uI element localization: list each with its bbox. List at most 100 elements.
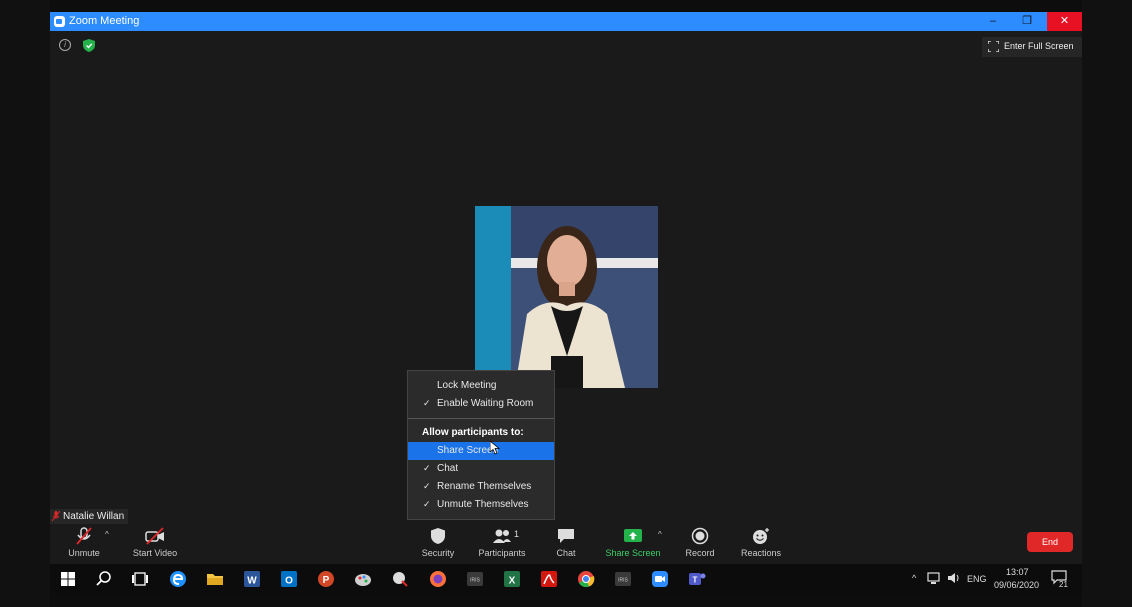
unmute-themselves-permission-item[interactable]: ✓ Unmute Themselves bbox=[408, 496, 554, 514]
check-icon: ✓ bbox=[423, 398, 431, 408]
share-screen-icon bbox=[624, 529, 642, 542]
unmute-themselves-permission-label: Unmute Themselves bbox=[437, 499, 529, 510]
reactions-button[interactable]: Reactions bbox=[736, 524, 786, 564]
left-letterbox bbox=[0, 0, 50, 607]
participant-name-tag: Natalie Willan bbox=[50, 509, 129, 524]
svg-text:O: O bbox=[285, 576, 293, 587]
security-menu: Lock Meeting ✓ Enable Waiting Room Allow… bbox=[407, 370, 555, 520]
start-video-label: Start Video bbox=[132, 548, 178, 558]
windows-taskbar: W O P IRIS X IRIS T ^ ENG 13:07 09/06/20 bbox=[50, 564, 1082, 594]
enable-waiting-room-label: Enable Waiting Room bbox=[437, 398, 534, 409]
allow-participants-heading: Allow participants to: bbox=[422, 427, 524, 438]
start-video-button[interactable]: Start Video bbox=[128, 524, 182, 564]
title-bar: Zoom Meeting – ❐ ✕ bbox=[50, 12, 1082, 31]
svg-text:IRIS: IRIS bbox=[470, 578, 480, 584]
video-off-icon bbox=[145, 527, 164, 545]
security-button[interactable]: Security bbox=[415, 524, 461, 564]
unmute-button[interactable]: Unmute bbox=[60, 524, 108, 564]
task-view-icon[interactable] bbox=[130, 569, 150, 589]
edge-icon[interactable] bbox=[168, 569, 188, 589]
share-screen-label: Share Screen bbox=[605, 548, 661, 558]
meeting-toolbar: Unmute ^ Start Video Security 1 Particip… bbox=[50, 524, 1082, 564]
share-screen-button[interactable]: Share Screen bbox=[603, 524, 663, 564]
excel-icon[interactable]: X bbox=[502, 569, 522, 589]
record-button[interactable]: Record bbox=[680, 524, 720, 564]
svg-text:T: T bbox=[693, 576, 698, 585]
network-icon[interactable] bbox=[927, 570, 943, 586]
iris-d-icon[interactable]: IRIS bbox=[613, 569, 633, 589]
clock-time[interactable]: 13:07 bbox=[1006, 567, 1029, 577]
rename-themselves-permission-item[interactable]: ✓ Rename Themselves bbox=[408, 478, 554, 496]
word-icon[interactable]: W bbox=[242, 569, 262, 589]
menu-divider bbox=[408, 418, 554, 419]
clock-date[interactable]: 09/06/2020 bbox=[994, 580, 1039, 590]
chat-permission-label: Chat bbox=[437, 463, 459, 474]
rename-themselves-permission-label: Rename Themselves bbox=[437, 481, 532, 492]
chat-label: Chat bbox=[556, 548, 576, 558]
enable-waiting-room-item[interactable]: ✓ Enable Waiting Room bbox=[408, 395, 554, 413]
svg-text:IRIS: IRIS bbox=[618, 578, 628, 584]
powerpoint-icon[interactable]: P bbox=[316, 569, 336, 589]
window-title: Zoom Meeting bbox=[69, 15, 140, 27]
audio-options-caret[interactable]: ^ bbox=[105, 530, 109, 539]
meeting-info-icon[interactable]: i bbox=[59, 39, 71, 51]
zoom-icon[interactable] bbox=[650, 569, 670, 589]
lock-meeting-label: Lock Meeting bbox=[437, 380, 497, 391]
iris-icon[interactable]: IRIS bbox=[465, 569, 485, 589]
share-screen-permission-label: Share Screen bbox=[437, 445, 499, 456]
participants-button[interactable]: 1 Participants bbox=[474, 524, 530, 564]
fullscreen-icon bbox=[988, 41, 999, 52]
zoom-logo-icon bbox=[54, 16, 65, 27]
share-options-caret[interactable]: ^ bbox=[658, 530, 662, 539]
mouse-cursor-icon bbox=[490, 441, 500, 455]
acrobat-icon[interactable] bbox=[539, 569, 559, 589]
muted-mic-icon bbox=[76, 527, 92, 545]
participant-video bbox=[475, 206, 658, 388]
end-meeting-button[interactable]: End bbox=[1027, 532, 1073, 552]
search-icon[interactable] bbox=[94, 569, 114, 589]
teams-icon[interactable]: T bbox=[687, 569, 707, 589]
svg-text:W: W bbox=[247, 576, 257, 587]
check-icon: ✓ bbox=[423, 463, 431, 473]
chat-bubble-icon bbox=[558, 529, 574, 543]
volume-icon[interactable] bbox=[946, 570, 962, 586]
muted-mic-icon bbox=[52, 511, 60, 522]
reactions-smiley-icon bbox=[753, 528, 769, 544]
app-icon[interactable] bbox=[390, 569, 410, 589]
participants-icon bbox=[493, 529, 511, 543]
notifications-count: 21 bbox=[1059, 580, 1068, 589]
chrome-icon[interactable] bbox=[576, 569, 596, 589]
encryption-shield-icon[interactable] bbox=[83, 39, 95, 52]
maximize-button[interactable]: ❐ bbox=[1010, 12, 1044, 31]
security-shield-icon bbox=[431, 528, 445, 544]
reactions-label: Reactions bbox=[740, 548, 782, 558]
paint-icon[interactable] bbox=[353, 569, 373, 589]
minimize-button[interactable]: – bbox=[976, 12, 1010, 31]
show-hidden-icons-caret[interactable]: ^ bbox=[912, 573, 916, 583]
close-button[interactable]: ✕ bbox=[1047, 12, 1082, 31]
language-indicator[interactable]: ENG bbox=[967, 574, 987, 584]
svg-text:X: X bbox=[509, 576, 516, 587]
fullscreen-label: Enter Full Screen bbox=[1004, 41, 1074, 51]
chat-permission-item[interactable]: ✓ Chat bbox=[408, 460, 554, 478]
windows-start-icon[interactable] bbox=[58, 569, 78, 589]
participants-count: 1 bbox=[514, 529, 520, 539]
file-explorer-icon[interactable] bbox=[205, 569, 225, 589]
participants-label: Participants bbox=[478, 548, 526, 558]
check-icon: ✓ bbox=[423, 499, 431, 509]
record-icon bbox=[691, 527, 709, 545]
unmute-label: Unmute bbox=[68, 548, 100, 558]
enter-full-screen-button[interactable]: Enter Full Screen bbox=[982, 37, 1082, 57]
lock-meeting-item[interactable]: Lock Meeting bbox=[408, 377, 554, 395]
chat-button[interactable]: Chat bbox=[544, 524, 588, 564]
check-icon: ✓ bbox=[423, 481, 431, 491]
share-screen-permission-item[interactable]: Share Screen bbox=[408, 442, 554, 460]
svg-text:P: P bbox=[323, 575, 330, 586]
right-letterbox bbox=[1082, 0, 1132, 607]
record-label: Record bbox=[685, 548, 715, 558]
participant-name: Natalie Willan bbox=[63, 511, 125, 522]
participant-video-frame bbox=[475, 206, 658, 388]
security-label: Security bbox=[421, 548, 455, 558]
outlook-icon[interactable]: O bbox=[279, 569, 299, 589]
firefox-icon[interactable] bbox=[428, 569, 448, 589]
